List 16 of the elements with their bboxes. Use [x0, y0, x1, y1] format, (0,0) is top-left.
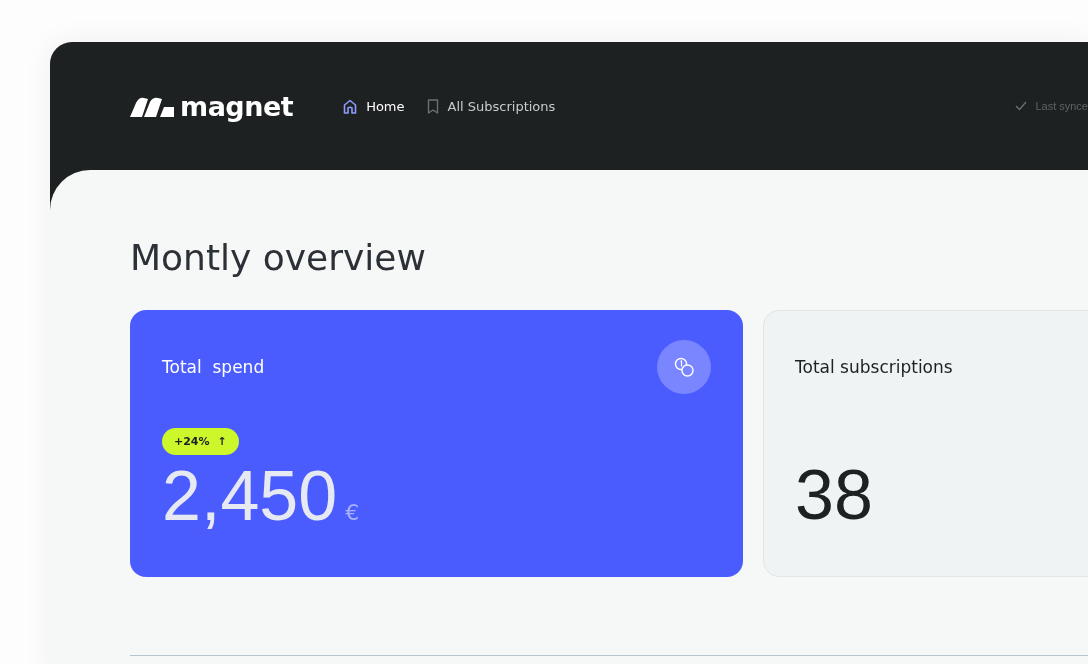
nav-link[interactable]: Home — [343, 98, 405, 114]
card-label: Total subscriptions — [795, 357, 954, 377]
spend-value: 2,450 — [162, 461, 338, 531]
change-badge: +24% ↑ — [162, 428, 239, 455]
bookmark-icon — [426, 98, 439, 114]
card-label: Total spend — [162, 357, 265, 377]
subscriptions-value: 38 — [795, 460, 874, 530]
home-icon — [343, 98, 358, 114]
currency-unit: € — [345, 500, 360, 525]
coins-icon — [657, 340, 711, 394]
nav-link[interactable]: All Subscriptions — [426, 98, 556, 114]
page-title: Montly overview — [130, 236, 427, 280]
logo-mark-icon — [130, 95, 174, 117]
logo-text: magnet — [180, 92, 294, 120]
sync-status: Last synce — [1035, 100, 1088, 112]
check-icon — [1015, 101, 1028, 111]
